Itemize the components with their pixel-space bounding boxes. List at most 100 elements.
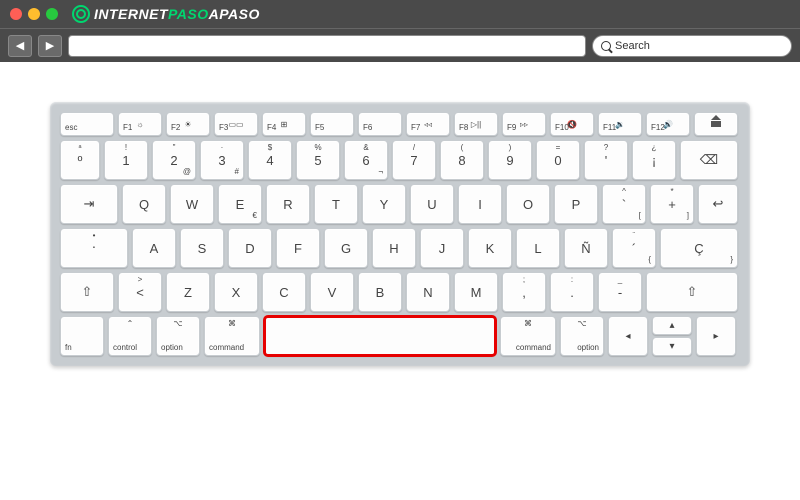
key-F3: ▭▭F3 <box>214 112 258 136</box>
keyboard-image: esc☼F1☀F2▭▭F3⊞F4F5F6◃◃F7▷||F8▹▹F9🔇F10🔉F1… <box>50 102 750 366</box>
key-⇥: ⇥ <box>60 184 118 224</box>
key-Z: Z <box>166 272 210 312</box>
close-window-button[interactable] <box>10 8 22 20</box>
key-N: N <box>406 272 450 312</box>
key-F5: F5 <box>310 112 354 136</box>
key-⋅: •⋅ <box>60 228 128 268</box>
option-key-left: ⌥option <box>156 316 200 356</box>
key-O: O <box>506 184 550 224</box>
key-º: ᵃº <box>60 140 100 180</box>
key-6: &6¬ <box>344 140 388 180</box>
key-4: $4 <box>248 140 292 180</box>
search-icon <box>601 41 611 51</box>
key-': ?' <box>584 140 628 180</box>
keyboard-number-row: ᵃº!1"2@·3#$4%5&6¬/7(8)9=0?'¿¡⌫ <box>60 140 740 180</box>
arrow-right-key: ▸ <box>696 316 736 356</box>
site-logo: INTERNETPASOAPASO <box>72 5 260 23</box>
key-blank <box>694 112 738 136</box>
key-7: /7 <box>392 140 436 180</box>
key-<: >< <box>118 272 162 312</box>
key-H: H <box>372 228 416 268</box>
key-W: W <box>170 184 214 224</box>
key-F7: ◃◃F7 <box>406 112 450 136</box>
key-⌫: ⌫ <box>680 140 738 180</box>
key-X: X <box>214 272 258 312</box>
key-K: K <box>468 228 512 268</box>
back-button[interactable]: ◀ <box>8 35 32 57</box>
keyboard-bottom-row: fn ⌃control ⌥option ⌘command ⌘command ⌥o… <box>60 316 740 356</box>
minimize-window-button[interactable] <box>28 8 40 20</box>
arrow-left-key: ◂ <box>608 316 648 356</box>
search-placeholder: Search <box>615 40 650 52</box>
key-Ç: Ç} <box>660 228 738 268</box>
keyboard-home-row: •⋅ASDFGHJKLÑ¨´{Ç} <box>60 228 740 268</box>
key-T: T <box>314 184 358 224</box>
key-E: E€ <box>218 184 262 224</box>
arrow-up-down-keys: ▴ ▾ <box>652 316 692 356</box>
arrow-up-key: ▴ <box>652 316 692 335</box>
forward-button[interactable]: ▶ <box>38 35 62 57</box>
command-key-right: ⌘command <box>500 316 556 356</box>
key-B: B <box>358 272 402 312</box>
key-1: !1 <box>104 140 148 180</box>
browser-toolbar: ◀ ▶ Search <box>0 28 800 62</box>
key-V: V <box>310 272 354 312</box>
keyboard-function-row: esc☼F1☀F2▭▭F3⊞F4F5F6◃◃F7▷||F8▹▹F9🔇F10🔉F1… <box>60 112 740 136</box>
key-F1: ☼F1 <box>118 112 162 136</box>
control-key: ⌃control <box>108 316 152 356</box>
key-`: ^`[ <box>602 184 646 224</box>
search-box[interactable]: Search <box>592 35 792 57</box>
key-F2: ☀F2 <box>166 112 210 136</box>
key-U: U <box>410 184 454 224</box>
key-C: C <box>262 272 306 312</box>
key-,: ;, <box>502 272 546 312</box>
key-´: ¨´{ <box>612 228 656 268</box>
key-S: S <box>180 228 224 268</box>
key-Y: Y <box>362 184 406 224</box>
key-F12: 🔊F12 <box>646 112 690 136</box>
key-I: I <box>458 184 502 224</box>
key-F11: 🔉F11 <box>598 112 642 136</box>
key-¡: ¿¡ <box>632 140 676 180</box>
window-titlebar: INTERNETPASOAPASO <box>0 0 800 28</box>
option-key-right: ⌥option <box>560 316 604 356</box>
key-⇧: ⇧ <box>60 272 114 312</box>
key-F10: 🔇F10 <box>550 112 594 136</box>
url-bar[interactable] <box>68 35 586 57</box>
key-esc: esc <box>60 112 114 136</box>
logo-text: INTERNETPASOAPASO <box>94 6 260 22</box>
key-2: "2@ <box>152 140 196 180</box>
key-M: M <box>454 272 498 312</box>
key-R: R <box>266 184 310 224</box>
key-F: F <box>276 228 320 268</box>
key--: _- <box>598 272 642 312</box>
key-Q: Q <box>122 184 166 224</box>
key-F9: ▹▹F9 <box>502 112 546 136</box>
space-key-highlighted <box>264 316 496 356</box>
page-content: esc☼F1☀F2▭▭F3⊞F4F5F6◃◃F7▷||F8▹▹F9🔇F10🔉F1… <box>0 62 800 386</box>
key-Ñ: Ñ <box>564 228 608 268</box>
key-8: (8 <box>440 140 484 180</box>
fn-key: fn <box>60 316 104 356</box>
arrow-down-key: ▾ <box>652 337 692 356</box>
key-F8: ▷||F8 <box>454 112 498 136</box>
key-F6: F6 <box>358 112 402 136</box>
key-P: P <box>554 184 598 224</box>
key-.: :. <box>550 272 594 312</box>
logo-icon <box>72 5 90 23</box>
key-D: D <box>228 228 272 268</box>
key-+: *+] <box>650 184 694 224</box>
key-J: J <box>420 228 464 268</box>
key-0: =0 <box>536 140 580 180</box>
key-↩: ↩ <box>698 184 738 224</box>
key-L: L <box>516 228 560 268</box>
keyboard-shift-row: ⇧><ZXCVBNM;,:._-⇧ <box>60 272 740 312</box>
key-9: )9 <box>488 140 532 180</box>
key-G: G <box>324 228 368 268</box>
key-3: ·3# <box>200 140 244 180</box>
keyboard-qwerty-row: ⇥QWE€RTYUIOP^`[*+]↩ <box>60 184 740 224</box>
maximize-window-button[interactable] <box>46 8 58 20</box>
key-F4: ⊞F4 <box>262 112 306 136</box>
command-key-left: ⌘command <box>204 316 260 356</box>
key-⇧: ⇧ <box>646 272 738 312</box>
